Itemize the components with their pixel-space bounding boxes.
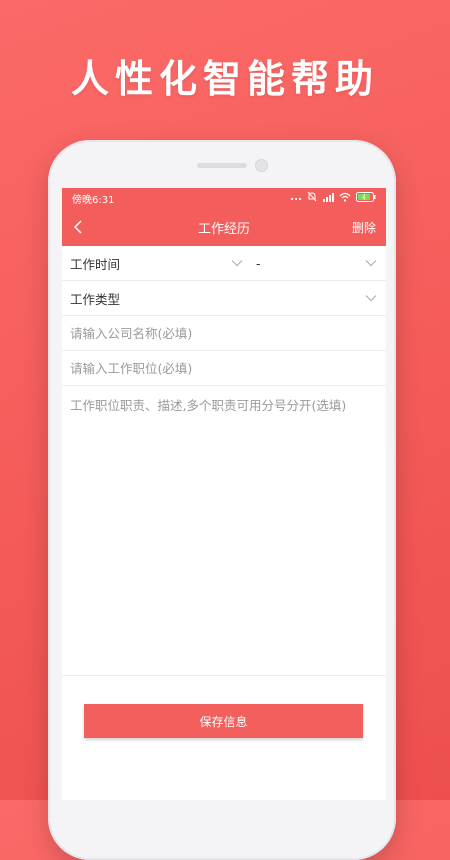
chevron-down-icon [364,291,378,305]
company-row [62,316,386,351]
job-description-textarea[interactable] [70,395,378,666]
wifi-icon [339,192,351,205]
work-time-picker: - [230,256,378,271]
status-bar: 傍晚6:31 [62,188,386,208]
promo-headline: 人性化智能帮助 [70,57,379,101]
end-date-chevron-down-icon[interactable] [364,256,378,270]
work-type-label: 工作类型 [70,291,121,307]
page-title: 工作经历 [197,221,250,237]
more-dots-icon [290,193,302,204]
start-date-select[interactable]: - [230,256,261,271]
date-range-separator: - [256,255,261,271]
description-row [62,386,386,676]
work-time-row: 工作时间 - [62,246,386,281]
job-position-input[interactable] [70,360,378,376]
save-button[interactable]: 保存信息 [84,704,363,738]
signal-icon [322,192,334,205]
app-screen: 傍晚6:31 工作经历 删除 工作时间 - 工作类型 请输入公司名称(必填) 请… [62,188,386,800]
phone-camera [255,159,268,172]
position-row [62,351,386,386]
chevron-down-icon [230,256,244,270]
back-arrow-icon[interactable] [66,215,90,239]
mute-bell-icon [307,191,317,205]
delete-button[interactable]: 删除 [352,219,376,236]
status-time: 傍晚6:31 [72,194,115,206]
work-time-label: 工作时间 [70,256,121,272]
work-type-select[interactable]: 工作类型 [62,281,386,316]
status-icons [290,191,376,205]
phone-speaker [197,163,247,168]
company-name-input[interactable] [70,325,378,341]
app-bar: 工作经历 删除 [62,208,386,246]
battery-icon [356,191,376,205]
